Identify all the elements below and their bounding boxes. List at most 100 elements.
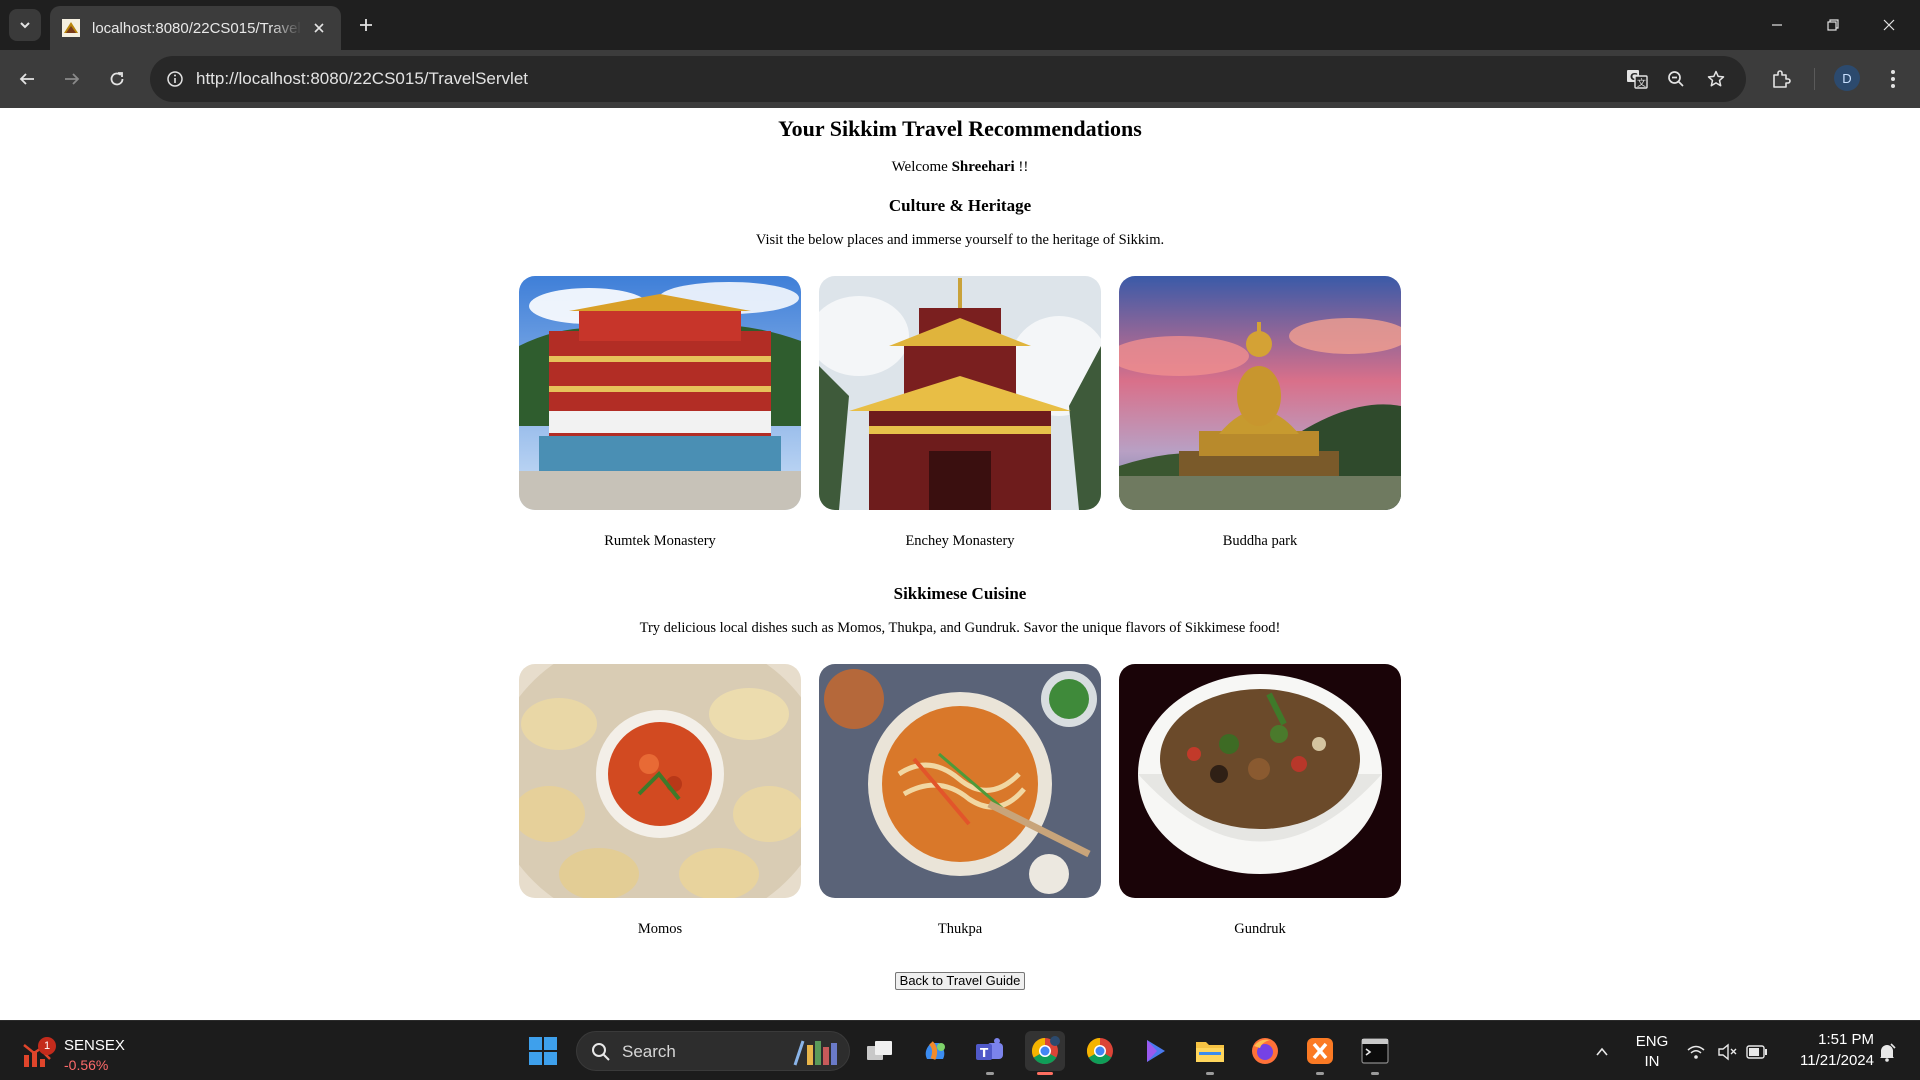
caption-thukpa: Thukpa	[937, 921, 983, 937]
task-view-button[interactable]	[860, 1031, 900, 1071]
svg-text:文: 文	[1637, 77, 1646, 89]
search-label: Search	[622, 1042, 676, 1061]
notifications-button[interactable]	[1876, 1041, 1898, 1063]
close-window-button[interactable]	[1864, 8, 1914, 42]
url-text[interactable]: http://localhost:8080/22CS015/TravelServ…	[196, 56, 528, 102]
momos-image	[519, 664, 801, 898]
caption-enchey-monastery: Enchey Monastery	[905, 533, 1015, 549]
browser-tab-strip: localhost:8080/22CS015/TravelServlet	[0, 0, 1920, 50]
close-window-icon	[1883, 19, 1895, 31]
show-hidden-icons-button[interactable]	[1591, 1041, 1613, 1063]
volume-muted-icon	[1718, 1043, 1737, 1061]
wifi-button[interactable]	[1685, 1041, 1707, 1063]
taskbar-search[interactable]: Search	[576, 1031, 850, 1071]
windows-logo-icon	[529, 1037, 557, 1065]
teams-icon: T	[976, 1038, 1003, 1060]
chrome-app-profile[interactable]	[1025, 1031, 1065, 1075]
section-title-culture: Culture & Heritage	[888, 196, 1032, 215]
section-description-cuisine: Try delicious local dishes such as Momos…	[639, 620, 1281, 636]
svg-text:T: T	[980, 1046, 989, 1060]
battery-icon	[1746, 1045, 1767, 1059]
notification-badge: 1	[38, 1037, 56, 1055]
teams-app[interactable]: T	[970, 1031, 1010, 1075]
bookmark-button[interactable]	[1701, 64, 1731, 94]
caption-rumtek-monastery: Rumtek Monastery	[604, 533, 716, 549]
play-icon	[1147, 1040, 1165, 1062]
noodle-soup-photo-icon	[819, 664, 1101, 898]
translate-button[interactable]: G文	[1622, 64, 1652, 94]
zoom-button[interactable]	[1661, 64, 1691, 94]
clock-time[interactable]: 1:51 PM	[1782, 1031, 1874, 1048]
minimize-icon	[1772, 24, 1782, 26]
forward-button[interactable]	[55, 62, 89, 96]
sensex-widget[interactable]: 1 SENSEX -0.56%	[22, 1031, 142, 1073]
gundruk-image	[1119, 664, 1401, 898]
profile-avatar[interactable]: D	[1834, 65, 1860, 91]
terminal-app[interactable]	[1355, 1031, 1395, 1075]
language-indicator[interactable]: ENG	[1630, 1033, 1674, 1050]
greens-bowl-photo-icon	[1119, 664, 1401, 898]
zoom-icon	[1668, 71, 1684, 87]
close-icon	[314, 23, 324, 33]
copilot-app[interactable]	[915, 1031, 955, 1071]
info-circle-icon	[167, 71, 183, 87]
search-highlight-icon	[793, 1040, 837, 1066]
extensions-button[interactable]	[1764, 62, 1798, 96]
kebab-menu-icon	[1891, 70, 1895, 88]
task-view-icon	[867, 1041, 892, 1060]
terminal-icon	[1361, 1038, 1389, 1064]
browser-tab[interactable]: localhost:8080/22CS015/TravelServlet	[50, 6, 341, 50]
bookmark-star-icon	[1707, 70, 1725, 87]
page-content: Your Sikkim Travel Recommendations Welco…	[0, 108, 1920, 1020]
clock-date[interactable]: 11/21/2024	[1782, 1052, 1874, 1069]
buddha-park-image	[1119, 276, 1401, 510]
widget-title: SENSEX	[64, 1037, 125, 1054]
back-to-travel-guide-button[interactable]: Back to Travel Guide	[895, 972, 1025, 990]
running-indicator	[1316, 1072, 1324, 1075]
running-indicator	[1206, 1072, 1214, 1075]
chrome-icon	[1031, 1036, 1060, 1065]
chrome-icon	[1086, 1037, 1113, 1065]
restore-icon	[1827, 19, 1839, 31]
region-indicator[interactable]: IN	[1630, 1053, 1674, 1070]
section-title-cuisine: Sikkimese Cuisine	[893, 584, 1027, 603]
running-indicator	[1371, 1072, 1379, 1075]
culture-image-row	[519, 276, 1401, 510]
plus-icon	[360, 19, 372, 31]
xampp-icon	[1307, 1038, 1333, 1064]
forward-arrow-icon	[65, 73, 80, 85]
widget-change: -0.56%	[64, 1057, 109, 1073]
firefox-app[interactable]	[1245, 1031, 1285, 1071]
rumtek-monastery-image	[519, 276, 801, 510]
chrome-app[interactable]	[1080, 1031, 1120, 1071]
restore-button[interactable]	[1808, 8, 1858, 42]
volume-button[interactable]	[1716, 1041, 1738, 1063]
dumplings-photo-icon	[519, 664, 801, 898]
address-bar[interactable]: http://localhost:8080/22CS015/TravelServ…	[150, 56, 1746, 102]
buddha-statue-photo-icon	[1119, 276, 1401, 510]
tab-close-button[interactable]	[309, 18, 329, 38]
reload-button[interactable]	[100, 62, 134, 96]
media-app[interactable]	[1135, 1031, 1175, 1071]
welcome-suffix: !!	[1014, 159, 1029, 175]
xampp-app[interactable]	[1300, 1031, 1340, 1075]
battery-button[interactable]	[1746, 1041, 1768, 1063]
back-button[interactable]	[10, 62, 44, 96]
start-button[interactable]	[528, 1036, 558, 1066]
copilot-icon	[925, 1041, 945, 1060]
user-name: Shreehari	[951, 159, 1015, 175]
monastery-photo-icon	[519, 276, 801, 510]
new-tab-button[interactable]	[352, 11, 380, 39]
browser-menu-button[interactable]	[1876, 62, 1910, 96]
site-info-button[interactable]	[160, 64, 190, 94]
tab-search-button[interactable]	[9, 9, 41, 41]
caption-buddha-park: Buddha park	[1222, 533, 1298, 549]
toolbar-divider	[1814, 68, 1815, 90]
minimize-button[interactable]	[1752, 8, 1802, 42]
search-icon	[592, 1043, 610, 1061]
welcome-message: Welcome Shreehari !!	[0, 159, 1920, 176]
file-explorer-app[interactable]	[1190, 1031, 1230, 1075]
active-indicator	[1037, 1072, 1053, 1075]
wifi-icon	[1687, 1045, 1705, 1059]
tab-title: localhost:8080/22CS015/TravelServlet	[92, 19, 302, 37]
